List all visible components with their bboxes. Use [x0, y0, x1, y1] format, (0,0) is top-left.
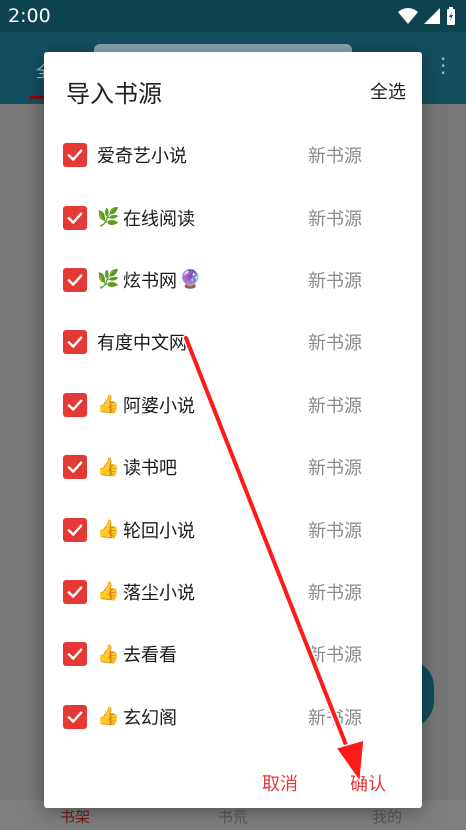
checkbox-checked[interactable]	[63, 267, 87, 292]
checkbox-checked[interactable]	[63, 455, 87, 480]
source-item-tag: 新书源	[308, 146, 362, 168]
source-item-tag: 新书源	[308, 645, 362, 667]
checkbox-checked[interactable]	[63, 330, 87, 355]
select-all-button[interactable]: 全选	[370, 78, 406, 104]
source-item-name: 爱奇艺小说	[97, 146, 187, 168]
cancel-button[interactable]: 取消	[262, 770, 298, 796]
source-item-name: 落尘小说	[123, 582, 195, 604]
source-item[interactable]: 🌿 在线阅读 新书源	[44, 186, 422, 248]
source-item-emoji-icon: 👍	[97, 643, 120, 665]
source-item-label: 🌿 炫书网 🔮	[97, 267, 201, 293]
source-item-name: 去看看	[123, 645, 177, 667]
checkmark-icon	[67, 461, 83, 474]
source-item-label: 👍 落尘小说	[97, 579, 195, 605]
source-item-emoji-icon: 👍	[97, 581, 120, 603]
source-item-tag: 新书源	[308, 333, 362, 355]
source-item-name: 在线阅读	[123, 208, 195, 230]
confirm-button[interactable]: 确认	[350, 770, 386, 796]
source-item-label: 👍 阿婆小说	[97, 392, 195, 418]
checkbox-checked[interactable]	[63, 642, 87, 667]
source-item-label: 🌿 在线阅读	[97, 205, 195, 231]
nav-find[interactable]: 书荒	[218, 806, 248, 827]
source-item-tag: 新书源	[308, 270, 362, 292]
source-item-name: 玄幻阁	[123, 707, 177, 729]
source-item-tag: 新书源	[308, 458, 362, 480]
source-item-label: 有度中文网	[97, 329, 187, 355]
source-item-label: 👍 玄幻阁	[97, 704, 177, 730]
source-item[interactable]: 👍 玄幻阁 新书源	[44, 686, 422, 748]
checkbox-checked[interactable]	[63, 392, 87, 417]
source-item[interactable]: 👍 阿婆小说 新书源	[44, 374, 422, 436]
source-item-emoji-icon: 👍	[97, 519, 120, 541]
source-item[interactable]: 👍 读书吧 新书源	[44, 436, 422, 498]
import-source-dialog: 导入书源 全选 爱奇艺小说 新书源 🌿 在线阅读 新书源 🌿 炫书网 🔮 新书源 有度中文网 新书源…	[44, 52, 422, 808]
source-item-trail-icon: 🔮	[179, 269, 202, 291]
source-item-emoji-icon: 👍	[97, 394, 120, 416]
source-item-label: 爱奇艺小说	[97, 142, 187, 168]
signal-icon	[424, 8, 440, 24]
source-item-tag: 新书源	[308, 208, 362, 230]
nav-mine[interactable]: 我的	[372, 806, 402, 827]
source-item-tag: 新书源	[308, 707, 362, 729]
source-item-label: 👍 读书吧	[97, 454, 177, 480]
wifi-icon	[398, 8, 418, 24]
checkbox-checked[interactable]	[63, 579, 87, 604]
dialog-title: 导入书源	[66, 80, 162, 108]
source-item-name: 有度中文网	[97, 333, 187, 355]
status-icons	[398, 7, 456, 25]
source-item-name: 轮回小说	[123, 520, 195, 542]
checkmark-icon	[67, 648, 83, 661]
checkmark-icon	[67, 586, 83, 599]
checkmark-icon	[67, 398, 83, 411]
source-item-emoji-icon: 🌿	[97, 207, 120, 229]
source-item-emoji-icon: 🌿	[97, 269, 120, 291]
source-item[interactable]: 🌿 炫书网 🔮 新书源	[44, 249, 422, 311]
checkmark-icon	[67, 710, 83, 723]
checkbox-checked[interactable]	[63, 205, 87, 230]
checkbox-checked[interactable]	[63, 517, 87, 542]
source-item-tag: 新书源	[308, 520, 362, 542]
more-menu-icon[interactable]: · · ·	[440, 49, 446, 83]
checkmark-icon	[67, 274, 83, 287]
battery-icon	[447, 7, 455, 25]
checkmark-icon	[67, 211, 83, 224]
checkmark-icon	[67, 149, 83, 162]
source-item-label: 👍 去看看	[97, 641, 177, 667]
source-item-tag: 新书源	[308, 395, 362, 417]
source-item-emoji-icon: 👍	[97, 706, 120, 728]
source-item-emoji-icon: 👍	[97, 456, 120, 478]
source-item-label: 👍 轮回小说	[97, 517, 195, 543]
status-bar: 2:00	[0, 0, 466, 32]
source-item[interactable]: 👍 轮回小说 新书源	[44, 498, 422, 560]
checkmark-icon	[67, 336, 83, 349]
source-item[interactable]: 👍 去看看 新书源	[44, 623, 422, 685]
source-item-name: 读书吧	[123, 458, 177, 480]
source-list: 爱奇艺小说 新书源 🌿 在线阅读 新书源 🌿 炫书网 🔮 新书源 有度中文网 新书源 👍 阿婆小说 新书源…	[44, 124, 422, 748]
source-item-name: 炫书网	[123, 270, 177, 292]
source-item[interactable]: 有度中文网 新书源	[44, 311, 422, 373]
checkmark-icon	[67, 523, 83, 536]
source-item-name: 阿婆小说	[123, 395, 195, 417]
status-time: 2:00	[8, 5, 51, 27]
source-item[interactable]: 爱奇艺小说 新书源	[44, 124, 422, 186]
checkbox-checked[interactable]	[63, 143, 87, 168]
source-item-tag: 新书源	[308, 582, 362, 604]
checkbox-checked[interactable]	[63, 704, 87, 729]
source-item[interactable]: 👍 落尘小说 新书源	[44, 561, 422, 623]
nav-shelf[interactable]: 书架	[60, 806, 90, 827]
